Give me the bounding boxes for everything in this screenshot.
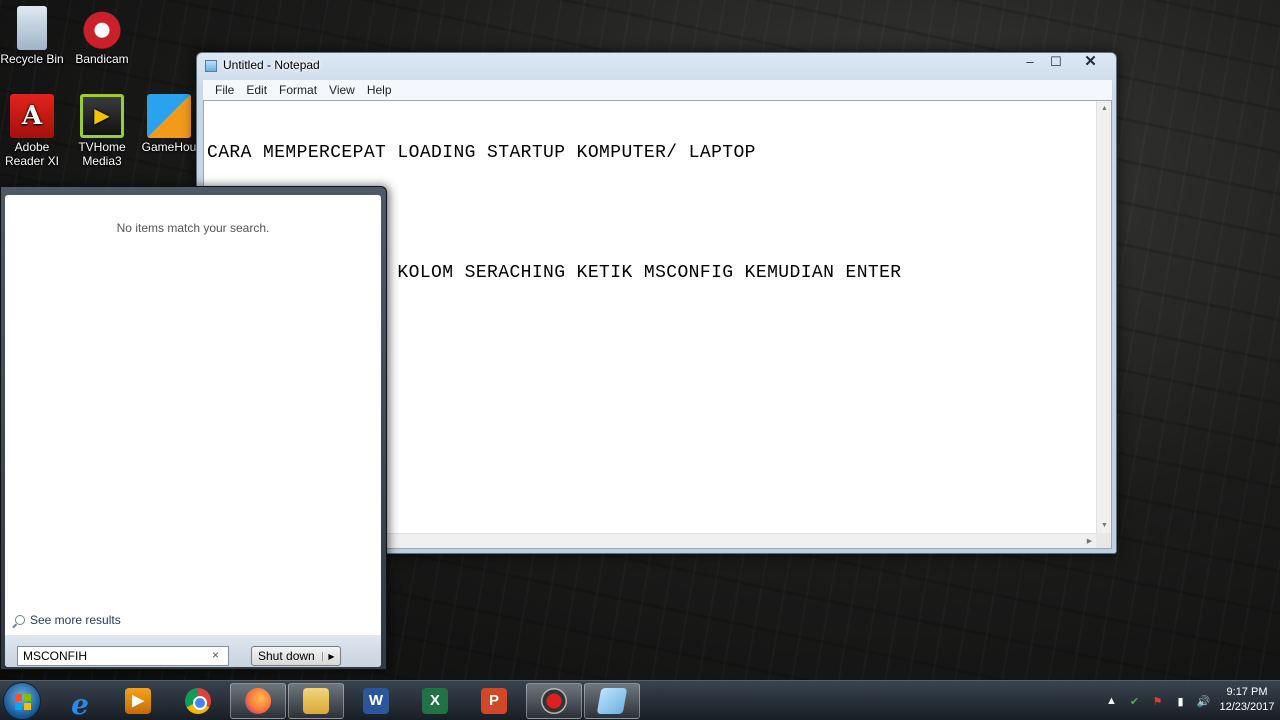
desktop-icon-label: TVHome xyxy=(78,140,126,154)
powerpoint-icon: P xyxy=(481,688,507,714)
word-icon: W xyxy=(363,688,389,714)
see-more-results-label: See more results xyxy=(30,613,121,627)
volume-icon[interactable]: 🔊 xyxy=(1192,695,1215,708)
internet-explorer-icon: e xyxy=(71,688,89,720)
scroll-down-arrow-icon[interactable]: ▼ xyxy=(1097,518,1112,533)
see-more-results-link[interactable]: See more results xyxy=(15,613,121,627)
menu-view[interactable]: View xyxy=(323,83,361,97)
adobe-reader-icon xyxy=(10,94,54,138)
taskbar-chrome[interactable] xyxy=(170,683,226,719)
recycle-bin-icon xyxy=(17,6,47,50)
desktop-icon-label: Media3 xyxy=(82,154,122,168)
shutdown-options-arrow-icon[interactable]: ▶ xyxy=(322,651,340,661)
start-menu-results-pane: No items match your search. See more res… xyxy=(5,195,381,667)
desktop-icon-recycle-bin[interactable]: Recycle Bin xyxy=(0,6,64,66)
taskbar-firefox[interactable] xyxy=(230,683,286,719)
desktop-icon-adobe-reader[interactable]: Adobe Reader XI xyxy=(0,94,64,168)
vertical-scrollbar[interactable]: ▲ ▼ xyxy=(1096,101,1111,533)
bandicam-recorder-icon xyxy=(541,688,567,714)
scroll-corner xyxy=(1096,533,1111,548)
taskbar-powerpoint[interactable]: P xyxy=(466,683,522,719)
notepad-app-icon xyxy=(205,60,217,72)
notepad-icon xyxy=(596,688,628,714)
action-center-flag-icon[interactable]: ⚑ xyxy=(1146,695,1169,708)
taskbar-notepad[interactable] xyxy=(584,683,640,719)
menu-edit[interactable]: Edit xyxy=(240,83,273,97)
start-menu: No items match your search. See more res… xyxy=(0,186,387,670)
shutdown-button[interactable]: Shut down ▶ xyxy=(251,646,341,666)
signal-strength-icon[interactable]: ▮ xyxy=(1169,695,1192,708)
desktop-icon-label: Recycle Bin xyxy=(0,52,64,66)
close-button[interactable]: ✕ xyxy=(1069,53,1112,72)
desktop-icon-label: Reader XI xyxy=(4,154,60,168)
scroll-up-arrow-icon[interactable]: ▲ xyxy=(1097,101,1112,116)
media-player-icon: ▶ xyxy=(125,688,151,714)
network-check-icon[interactable]: ✔ xyxy=(1123,695,1146,708)
clock-date: 12/23/2017 xyxy=(1219,701,1275,713)
start-search-row: × Shut down ▶ xyxy=(5,635,381,667)
taskbar-internet-explorer[interactable]: e xyxy=(52,683,108,720)
text-line: CARA MEMPERCEPAT LOADING STARTUP KOMPUTE… xyxy=(207,143,756,163)
clear-search-icon[interactable]: × xyxy=(212,648,219,662)
gamehouse-icon xyxy=(147,94,191,138)
taskbar-word[interactable]: W xyxy=(348,683,404,719)
scroll-right-arrow-icon[interactable]: ▶ xyxy=(1082,534,1097,549)
show-hidden-icons-arrow-icon[interactable]: ▲ xyxy=(1100,695,1123,707)
desktop-icon-bandicam[interactable]: Bandicam xyxy=(70,6,134,66)
bandicam-icon xyxy=(80,6,124,50)
desktop-icon-label: GameHou xyxy=(141,140,197,154)
taskbar-media-player[interactable]: ▶ xyxy=(110,683,166,719)
start-search-input[interactable] xyxy=(17,646,229,666)
search-icon xyxy=(15,615,25,625)
system-clock[interactable]: 9:17 PM 12/23/2017 xyxy=(1214,685,1280,715)
taskbar: e ▶ W X P ▲ ✔ ⚑ ▮ 🔊 9:17 PM 12/23/2017 xyxy=(0,680,1280,720)
no-results-message: No items match your search. xyxy=(116,221,270,235)
desktop-icon-tvhome[interactable]: TVHome Media3 xyxy=(70,94,134,168)
firefox-icon xyxy=(245,688,271,714)
excel-icon: X xyxy=(422,688,448,714)
clock-time: 9:17 PM xyxy=(1226,686,1268,698)
maximize-button[interactable]: ☐ xyxy=(1043,53,1069,72)
window-title: Untitled - Notepad xyxy=(223,58,320,72)
menu-bar: File Edit Format View Help xyxy=(203,80,1112,100)
desktop-icon-gamehouse[interactable]: GameHou xyxy=(140,94,198,154)
taskbar-file-explorer[interactable] xyxy=(288,683,344,719)
desktop-icon-label: Adobe xyxy=(14,140,50,154)
taskbar-excel[interactable]: X xyxy=(407,683,463,719)
shutdown-label: Shut down xyxy=(258,649,315,663)
menu-file[interactable]: File xyxy=(209,83,240,97)
taskbar-bandicam-recorder[interactable] xyxy=(526,683,582,719)
start-button[interactable] xyxy=(3,682,41,720)
minimize-button[interactable]: ‒ xyxy=(1017,53,1043,72)
file-explorer-icon xyxy=(303,688,329,714)
system-tray: ▲ ✔ ⚑ ▮ 🔊 xyxy=(1100,681,1215,720)
menu-format[interactable]: Format xyxy=(273,83,323,97)
desktop-icon-label: Bandicam xyxy=(75,52,129,66)
chrome-icon xyxy=(185,688,211,714)
tvhome-icon xyxy=(80,94,124,138)
menu-help[interactable]: Help xyxy=(361,83,398,97)
